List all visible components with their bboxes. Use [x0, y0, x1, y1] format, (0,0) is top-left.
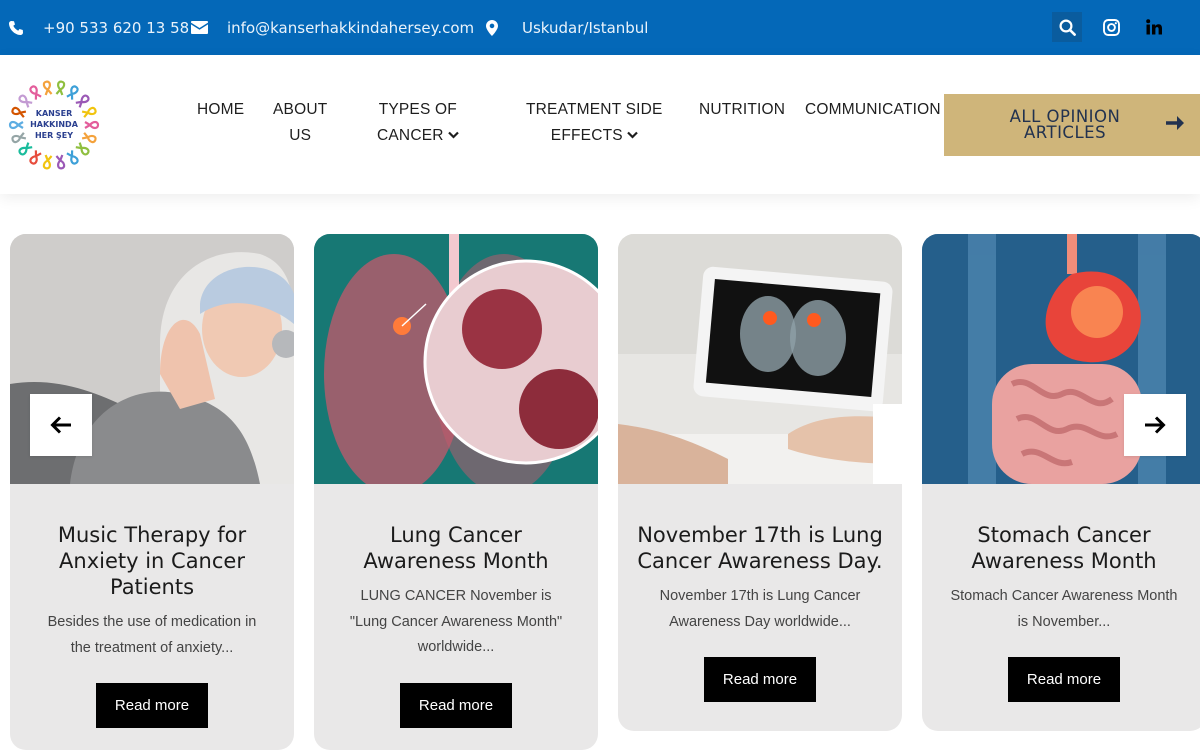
svg-text:KANSER: KANSER [36, 109, 72, 118]
phone-number: +90 533 620 13 58 [43, 18, 190, 37]
article-image-lung-cancer-day[interactable] [618, 234, 902, 484]
ribbon-ring-logo: KANSER HAKKINDA HER ŞEY [8, 80, 100, 170]
awareness-ribbon-icon [29, 150, 42, 165]
article-title[interactable]: November 17th is Lung Cancer Awareness D… [618, 522, 902, 574]
article-excerpt: LUNG CANCER November is "Lung Cancer Awa… [349, 588, 563, 655]
article-card: Stomach Cancer Awareness Month Stomach C… [922, 234, 1200, 731]
awareness-ribbon-icon [66, 150, 79, 165]
main-header: KANSER HAKKINDA HER ŞEY HOME ABOUT US TY… [0, 55, 1200, 194]
awareness-ribbon-icon [29, 85, 42, 100]
location-text: Uskudar/Istanbul [522, 18, 649, 37]
location-link[interactable]: Uskudar/Istanbul [486, 0, 648, 55]
carousel-prev-button[interactable] [30, 394, 92, 456]
linkedin-icon [1146, 19, 1162, 35]
awareness-ribbon-icon [11, 132, 27, 144]
chevron-down-icon [447, 131, 459, 139]
article-excerpt: November 17th is Lung Cancer Awareness D… [659, 588, 861, 630]
awareness-ribbon-icon [81, 132, 97, 144]
search-icon [1058, 18, 1076, 36]
awareness-ribbon-icon [84, 120, 100, 130]
read-more-button[interactable]: Read more [96, 683, 208, 728]
nav-types-of-cancer[interactable]: TYPES OF CANCER [377, 97, 459, 149]
awareness-ribbon-icon [81, 106, 97, 118]
instagram-icon [1102, 18, 1120, 36]
awareness-ribbon-icon [18, 142, 33, 156]
carousel-next-button[interactable] [1124, 394, 1186, 456]
linkedin-link[interactable] [1139, 12, 1169, 42]
chevron-down-icon [627, 131, 638, 139]
svg-text:HAKKINDA: HAKKINDA [30, 120, 79, 129]
phone-icon [9, 20, 23, 35]
nav-about-us[interactable]: ABOUT US [273, 97, 327, 149]
article-title[interactable]: Music Therapy for Anxiety in Cancer Pati… [10, 522, 294, 600]
phone-link[interactable]: +90 533 620 13 58 [8, 0, 189, 55]
awareness-ribbon-icon [55, 80, 66, 96]
search-button[interactable] [1052, 12, 1082, 42]
svg-text:HER ŞEY: HER ŞEY [35, 131, 73, 140]
all-opinion-articles-button[interactable]: ALL OPINION ARTICLES [944, 94, 1200, 156]
nav-communication[interactable]: COMMUNICATION [805, 97, 941, 123]
article-excerpt: Besides the use of medication in the tre… [47, 614, 257, 656]
awareness-ribbon-icon [42, 80, 53, 96]
awareness-ribbon-icon [66, 85, 79, 100]
article-image-lung-cancer[interactable] [314, 234, 598, 484]
email-link[interactable]: info@kanserhakkindahersey.com [191, 0, 474, 55]
site-logo[interactable]: KANSER HAKKINDA HER ŞEY [8, 79, 100, 171]
email-address: info@kanserhakkindahersey.com [227, 18, 475, 37]
awareness-ribbon-icon [75, 142, 90, 156]
instagram-link[interactable] [1096, 12, 1126, 42]
awareness-ribbon-icon [55, 154, 66, 170]
arrow-left-icon [50, 416, 71, 434]
envelope-icon [191, 21, 208, 34]
awareness-ribbon-icon [18, 94, 33, 108]
nav-home[interactable]: HOME [197, 97, 244, 123]
awareness-ribbon-icon [75, 94, 90, 108]
article-title[interactable]: Stomach Cancer Awareness Month [922, 522, 1200, 574]
read-more-button[interactable]: Read more [400, 682, 512, 728]
arrow-right-icon [1145, 416, 1166, 434]
article-card: Music Therapy for Anxiety in Cancer Pati… [10, 234, 294, 750]
awareness-ribbon-icon [11, 106, 27, 118]
top-bar: +90 533 620 13 58 info@kanserhakkindaher… [0, 0, 1200, 55]
awareness-ribbon-icon [42, 154, 53, 170]
arrow-right-icon [1166, 116, 1184, 130]
nav-treatment-side-effects[interactable]: TREATMENT SIDE EFFECTS [526, 97, 663, 149]
nav-nutrition[interactable]: NUTRITION [699, 97, 785, 123]
article-card: Lung Cancer Awareness Month LUNG CANCER … [314, 234, 598, 750]
read-more-button[interactable]: Read more [1008, 657, 1120, 702]
awareness-ribbon-icon [8, 120, 24, 130]
article-excerpt: Stomach Cancer Awareness Month is Novemb… [950, 588, 1178, 630]
article-title[interactable]: Lung Cancer Awareness Month [314, 522, 598, 574]
read-more-button[interactable]: Read more [704, 657, 816, 702]
article-card: November 17th is Lung Cancer Awareness D… [618, 234, 902, 731]
map-pin-icon [486, 19, 498, 36]
